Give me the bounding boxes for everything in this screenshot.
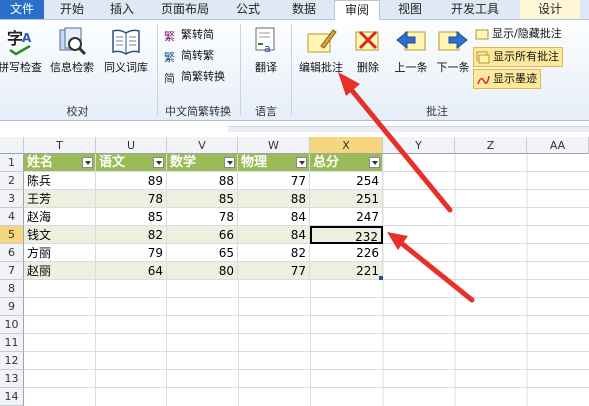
arrow-to-edit-comment-icon bbox=[338, 72, 453, 213]
arrow-to-active-cell-icon bbox=[387, 232, 475, 303]
annotation-arrows bbox=[338, 72, 475, 303]
